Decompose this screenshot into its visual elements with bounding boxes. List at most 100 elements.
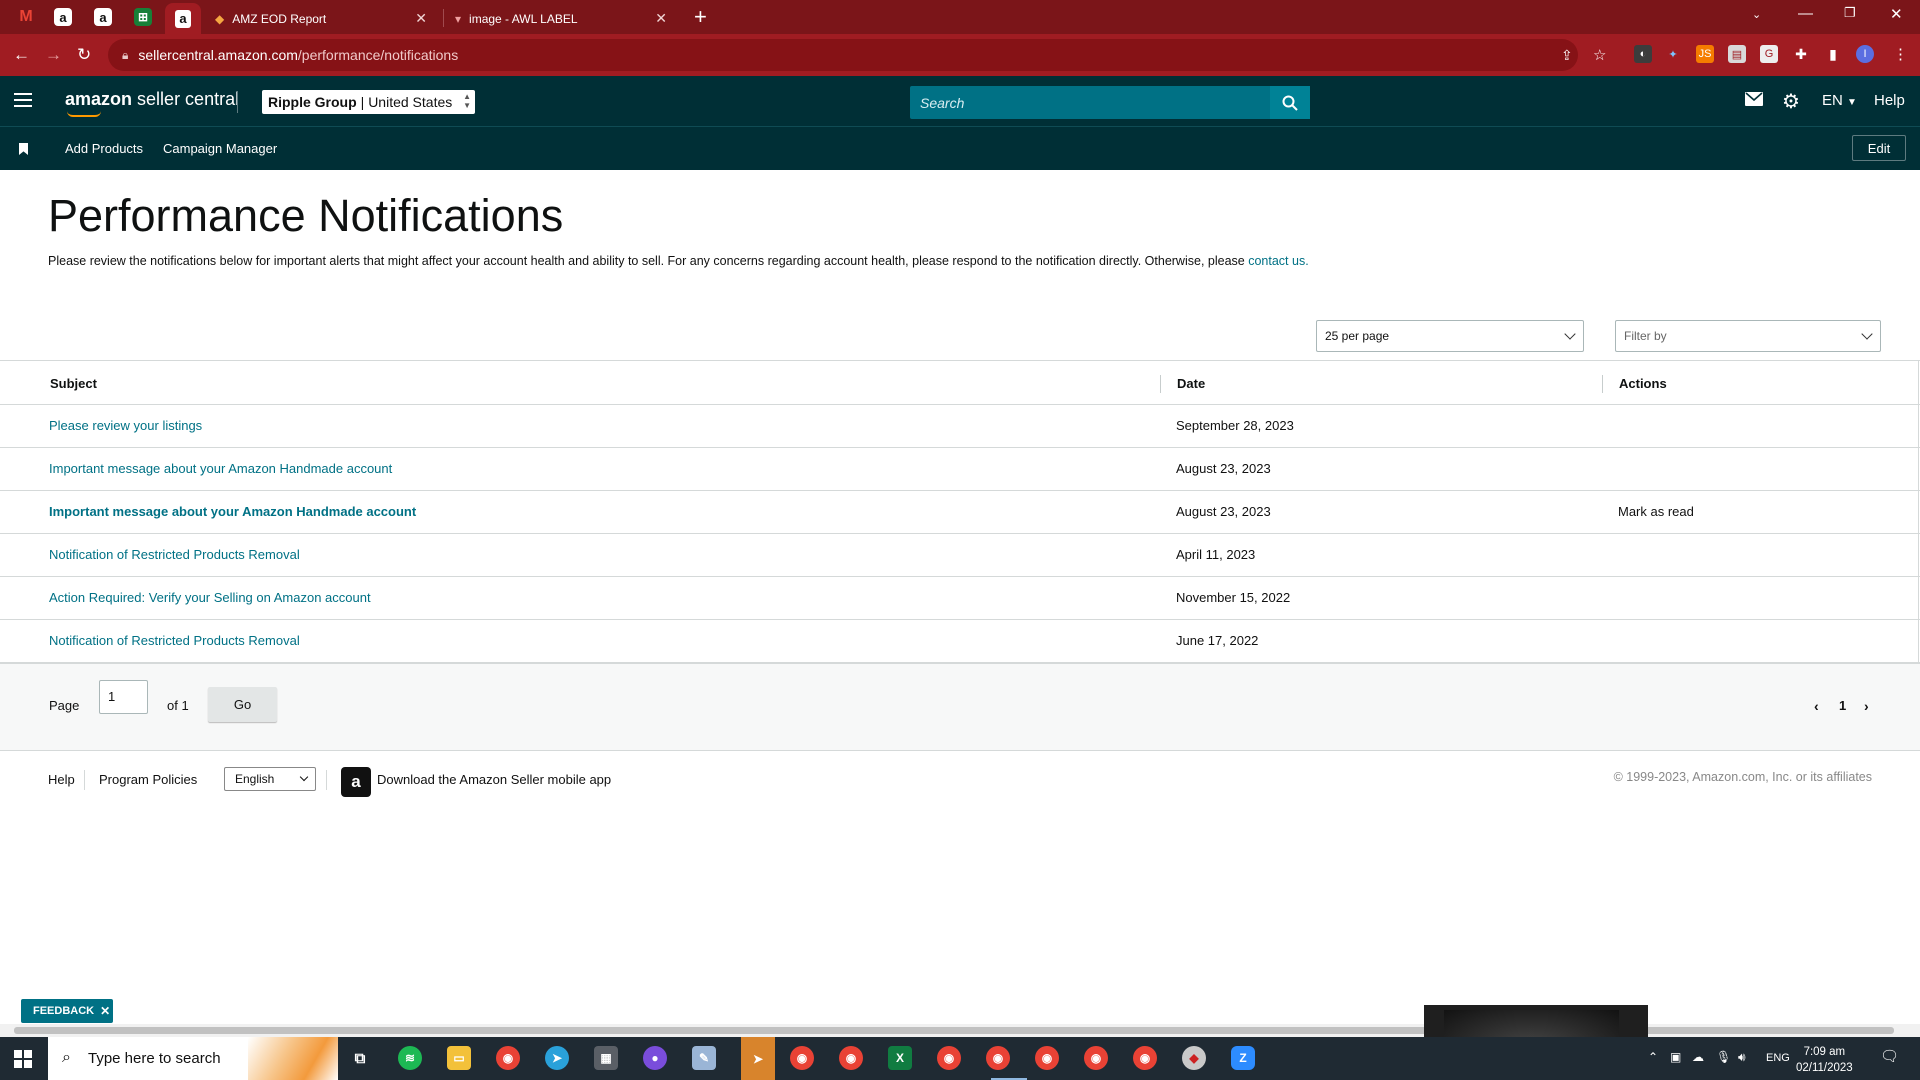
tab-search-icon[interactable]: ⌄ bbox=[1752, 8, 1761, 21]
onedrive-icon[interactable]: ☁ bbox=[1692, 1050, 1704, 1064]
column-subject[interactable]: Subject bbox=[50, 376, 97, 391]
reload-icon[interactable]: ↻ bbox=[77, 45, 91, 65]
contact-us-link[interactable]: contact us. bbox=[1248, 254, 1308, 268]
windows-taskbar: ⌕ Type here to search ⧉ ≋ ▭ ◉ ➤ ▦ ● ✎ ➤ … bbox=[0, 1037, 1920, 1080]
per-page-select[interactable]: 25 per page bbox=[1316, 320, 1584, 352]
edit-bookmarks-button[interactable]: Edit bbox=[1852, 135, 1906, 161]
bookmark-star-icon[interactable]: ☆ bbox=[1593, 46, 1606, 64]
extension-icon[interactable]: G bbox=[1760, 45, 1778, 63]
chrome-profile-icon[interactable]: ◉ bbox=[1133, 1046, 1157, 1070]
notification-subject-link[interactable]: Action Required: Verify your Selling on … bbox=[49, 590, 371, 605]
tray-app-icon[interactable]: ▣ bbox=[1670, 1050, 1681, 1064]
chrome-profile-icon[interactable]: ◉ bbox=[937, 1046, 961, 1070]
forward-icon[interactable]: → bbox=[45, 45, 62, 65]
extension-icon[interactable]: JS bbox=[1696, 45, 1714, 63]
chrome-profile-icon[interactable]: ◉ bbox=[1084, 1046, 1108, 1070]
chrome-profile-icon[interactable]: ◉ bbox=[986, 1046, 1010, 1070]
telegram-icon[interactable]: ➤ bbox=[545, 1046, 569, 1070]
language-selector[interactable]: EN ▼ bbox=[1822, 92, 1857, 109]
volume-icon[interactable]: 🔊︎ bbox=[1738, 1050, 1746, 1065]
chrome-profile-icon[interactable]: ◉ bbox=[839, 1046, 863, 1070]
chrome-icon[interactable]: ◉ bbox=[496, 1046, 520, 1070]
task-view-icon[interactable]: ⧉ bbox=[348, 1046, 372, 1070]
page-number-input[interactable]: 1 bbox=[99, 680, 148, 714]
new-tab-icon[interactable]: + bbox=[694, 6, 707, 28]
chrome-profile-icon[interactable]: ◉ bbox=[790, 1046, 814, 1070]
app-icon[interactable]: ◆ bbox=[1182, 1046, 1206, 1070]
help-link[interactable]: Help bbox=[1874, 92, 1905, 109]
footer-help-link[interactable]: Help bbox=[48, 772, 75, 787]
sheets-tab-icon[interactable]: ⊞ bbox=[134, 8, 152, 26]
download-app-link[interactable]: Download the Amazon Seller mobile app bbox=[377, 772, 611, 787]
notification-subject-link[interactable]: Important message about your Amazon Hand… bbox=[49, 504, 416, 519]
minimize-icon[interactable]: — bbox=[1798, 5, 1813, 22]
extension-icon[interactable]: ◐ bbox=[1634, 45, 1652, 63]
taskbar-clock[interactable]: 7:09 am 02/11/2023 bbox=[1796, 1044, 1853, 1076]
nav-campaign-manager[interactable]: Campaign Manager bbox=[163, 141, 277, 156]
address-bar[interactable]: 🔒︎ sellercentral.amazon.com/performance/… bbox=[108, 39, 1578, 71]
spotify-icon[interactable]: ≋ bbox=[398, 1046, 422, 1070]
close-icon[interactable]: ✕ bbox=[100, 1004, 110, 1018]
notification-subject-link[interactable]: Notification of Restricted Products Remo… bbox=[49, 547, 300, 562]
amazon-seller-central-logo[interactable]: amazon seller central bbox=[65, 89, 239, 110]
profile-avatar[interactable]: I bbox=[1856, 45, 1874, 63]
active-amazon-tab[interactable]: a bbox=[165, 3, 201, 34]
calculator-icon[interactable]: ▦ bbox=[594, 1046, 618, 1070]
taskbar-search-input[interactable]: ⌕ Type here to search bbox=[48, 1037, 338, 1080]
file-explorer-icon[interactable]: ▭ bbox=[447, 1046, 471, 1070]
page-label: Page bbox=[49, 698, 80, 713]
hamburger-menu-icon[interactable] bbox=[14, 93, 32, 107]
mail-icon[interactable] bbox=[1745, 92, 1763, 110]
close-icon[interactable]: ✕ bbox=[415, 10, 427, 27]
notification-date: June 17, 2022 bbox=[1176, 633, 1259, 648]
mark-as-read-link[interactable]: Mark as read bbox=[1618, 504, 1694, 519]
close-window-icon[interactable]: ✕ bbox=[1890, 5, 1903, 23]
sidepanel-icon[interactable]: ▮ bbox=[1824, 45, 1842, 63]
table-row: Please review your listings September 28… bbox=[0, 405, 1920, 448]
microphone-icon[interactable]: 🎙︎ bbox=[1716, 1050, 1731, 1064]
search-button[interactable] bbox=[1270, 86, 1310, 119]
close-icon[interactable]: ✕ bbox=[655, 10, 667, 27]
notification-subject-link[interactable]: Please review your listings bbox=[49, 418, 202, 433]
footer-language-select[interactable]: English bbox=[224, 767, 316, 791]
go-button[interactable]: Go bbox=[208, 687, 277, 722]
chrome-profile-icon[interactable]: ◉ bbox=[1035, 1046, 1059, 1070]
notes-icon[interactable]: ✎ bbox=[692, 1046, 716, 1070]
excel-icon[interactable]: X bbox=[888, 1046, 912, 1070]
extension-icon[interactable]: ▤ bbox=[1728, 45, 1746, 63]
store-selector[interactable]: Ripple Group | United States ▲ ▼ bbox=[262, 90, 475, 114]
bookmark-icon[interactable] bbox=[19, 143, 28, 155]
nav-add-products[interactable]: Add Products bbox=[65, 141, 143, 156]
share-icon[interactable]: ⇪ bbox=[1561, 47, 1573, 64]
notification-subject-link[interactable]: Important message about your Amazon Hand… bbox=[49, 461, 392, 476]
amazon-tab-icon[interactable]: a bbox=[94, 8, 112, 26]
restore-icon[interactable]: ❐ bbox=[1844, 5, 1856, 21]
column-date[interactable]: Date bbox=[1177, 376, 1205, 391]
input-language[interactable]: ENG bbox=[1766, 1052, 1790, 1064]
notification-subject-link[interactable]: Notification of Restricted Products Remo… bbox=[49, 633, 300, 648]
messenger-icon[interactable]: ● bbox=[643, 1046, 667, 1070]
amazon-tab-icon[interactable]: a bbox=[54, 8, 72, 26]
zoom-icon[interactable]: Z bbox=[1231, 1046, 1255, 1070]
telegram-active-icon[interactable]: ➤ bbox=[741, 1037, 775, 1080]
gmail-tab-icon[interactable]: M bbox=[14, 5, 38, 29]
extension-icon[interactable]: ✦ bbox=[1664, 45, 1682, 63]
back-icon[interactable]: ← bbox=[13, 45, 30, 65]
filter-select[interactable]: Filter by bbox=[1615, 320, 1881, 352]
next-page-icon[interactable]: › bbox=[1864, 698, 1869, 714]
search-input[interactable]: Search bbox=[910, 86, 1270, 119]
menu-kebab-icon[interactable]: ⋮ bbox=[1893, 45, 1908, 63]
amazon-icon: a bbox=[175, 9, 191, 28]
feedback-button[interactable]: FEEDBACK ✕ bbox=[21, 999, 113, 1023]
tab-awl-label[interactable]: ▾ image - AWL LABEL ✕ bbox=[445, 3, 677, 34]
prev-page-icon[interactable]: ‹ bbox=[1814, 698, 1819, 714]
windows-start-icon[interactable] bbox=[14, 1050, 32, 1068]
footer-program-policies-link[interactable]: Program Policies bbox=[99, 772, 197, 787]
notification-center-icon[interactable]: 🗨︎ bbox=[1880, 1047, 1899, 1065]
current-page-number[interactable]: 1 bbox=[1839, 698, 1846, 713]
tab-amz-eod-report[interactable]: ◆ AMZ EOD Report ✕ bbox=[205, 3, 437, 34]
tray-overflow-icon[interactable]: ⌃ bbox=[1648, 1050, 1658, 1064]
settings-gear-icon[interactable]: ⚙ bbox=[1782, 89, 1800, 114]
amazon-seller-app-icon[interactable]: a bbox=[341, 767, 371, 797]
puzzle-icon[interactable]: ✚ bbox=[1792, 45, 1810, 63]
